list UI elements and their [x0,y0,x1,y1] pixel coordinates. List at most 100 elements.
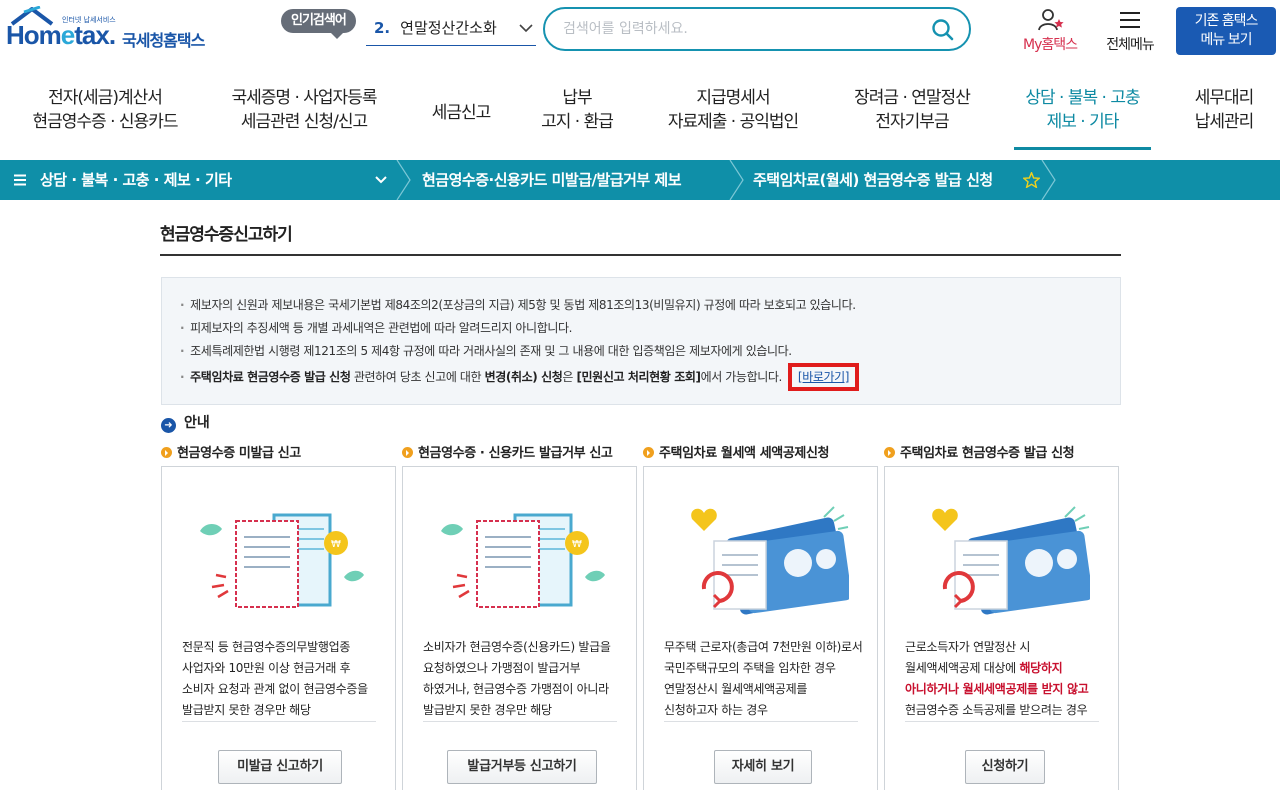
gnb-label: 장려금 · 연말정산 [854,88,971,108]
search-input[interactable] [563,18,923,40]
card-divider [905,721,1099,722]
arrow-circle-icon: ➜ [161,418,176,433]
gnb-label: 제보 · 기타 [1046,112,1120,132]
orange-arrow-icon [643,447,654,458]
logo-brand: 국세청홈택스 [122,31,205,50]
my-hometax-label: My홈택스 [1022,37,1078,53]
gnb-payment[interactable]: 납부 고지 · 환급 [530,86,624,150]
card-title: 현금영수증 미발급 신고 [161,442,301,461]
gnb-statements[interactable]: 지급명세서 자료제출 · 공익법인 [655,86,811,150]
menu-icon[interactable] [14,174,26,186]
gnb-label: 세무대리 [1194,88,1255,108]
breadcrumb-level1[interactable]: 상담 · 불복 · 고충 · 제보 · 기타 [40,160,232,200]
gnb-label: 지급명세서 [696,88,770,108]
card-rent-receipt-request: 근로소득자가 연말정산 시 월세액세액공제 대상에 해당하지 아니하거나 월세세… [884,466,1119,790]
gnb-label: 전자(세금)계산서 [48,88,163,108]
title-divider [160,254,1121,256]
search-icon[interactable] [931,18,955,42]
orange-arrow-icon [884,447,895,458]
legacy-menu-line1: 기존 홈택스 [1194,13,1259,29]
refusal-report-button[interactable]: 발급거부등 신고하기 [447,750,597,784]
gnb-certificate[interactable]: 국세증명 · 사업자등록 세금관련 신청/신고 [218,86,390,150]
card-description: 전문직 등 현금영수증의무발행업종 사업자와 10만원 이상 현금거래 후 소비… [182,640,368,717]
card-rent-deduction: 무주택 근로자(총급여 7천만원 이하)로서 국민주택규모의 주택을 임차한 경… [643,466,878,790]
gnb-label: 고지 · 환급 [541,112,614,132]
gnb-e-invoice[interactable]: 전자(세금)계산서 현금영수증 · 신용카드 [20,86,190,150]
notice-text: 은 [562,370,577,384]
popular-search-dropdown[interactable]: 2. 연말정산간소화 [366,10,536,46]
gnb-tax-agent[interactable]: 세무대리 납세관리 [1184,86,1264,150]
notice-item: 피제보자의 추징세액 등 개별 과세내역은 관련법에 따라 알려드리지 아니합니… [180,317,1120,340]
gnb-label: 납부 [562,88,592,108]
unissued-report-button[interactable]: 미발급 신고하기 [218,750,342,784]
desc-text: 근로소득자가 연말정산 시 월세액세액공제 대상에 [905,640,1031,675]
search-box [543,7,971,51]
legacy-menu-line2: 메뉴 보기 [1200,32,1253,48]
shortcut-link[interactable]: [바로가기] [787,363,860,391]
notice-text: 관련하여 당초 신고에 대한 [350,370,485,384]
card-title-text: 주택임차료 현금영수증 발급 신청 [900,446,1075,461]
hamburger-icon [1120,12,1140,28]
details-button[interactable]: 자세히 보기 [714,750,812,784]
card-title: 주택임차료 현금영수증 발급 신청 [884,442,1075,461]
popular-search-badge: 인기검색어 [281,9,356,39]
breadcrumb-level2[interactable]: 현금영수증·신용카드 미발급/발급거부 제보 [422,160,682,200]
card-divider [664,721,858,722]
card-description: 무주택 근로자(총급여 7천만원 이하)로서 국민주택규모의 주택을 임차한 경… [664,640,863,717]
gnb-label: 납세관리 [1194,112,1255,132]
page-title: 현금영수증신고하기 [160,225,293,245]
notice-bold: 주택임차료 현금영수증 발급 신청 [190,370,351,384]
gnb-label: 세금신고 [431,103,492,123]
notice-item: 조세특례제한법 시행령 제121조의 5 제4항 규정에 따라 거래사실의 존재… [180,340,1120,363]
global-nav: 전자(세금)계산서 현금영수증 · 신용카드 국세증명 · 사업자등록 세금관련… [0,86,1280,152]
favorite-star-icon[interactable] [1023,172,1040,188]
user-star-icon [1038,9,1064,31]
apply-button[interactable]: 신청하기 [965,750,1045,784]
notice-text: 에서 가능합니다. [700,370,783,384]
chevron-down-icon [519,24,533,33]
gnb-label: 국세증명 · 사업자등록 [231,88,378,108]
notice-item: 제보자의 신원과 제보내용은 국세기본법 제84조의2(포상금의 지급) 제5항… [180,294,1120,317]
logo-wordmark: Hometax. [6,20,116,50]
gnb-incentive[interactable]: 장려금 · 연말정산 전자기부금 [842,86,982,150]
top-header: 인터넷 납세서비스 Hometax. 국세청홈택스 인기검색어 2. 연말정산간… [0,0,1280,62]
breadcrumb: 상담 · 불복 · 고충 · 제보 · 기타 현금영수증·신용카드 미발급/발급… [0,160,1280,200]
breadcrumb-level3[interactable]: 주택임차료(월세) 현금영수증 발급 신청 [753,160,993,200]
card-title-text: 현금영수증 미발급 신고 [177,446,301,461]
svg-text:₩: ₩ [331,539,341,550]
card-title: 주택임차료 월세액 세액공제신청 [643,442,829,461]
card-title-text: 현금영수증 · 신용카드 발급거부 신고 [418,446,613,461]
orange-arrow-icon [161,447,172,458]
card-unissued-report: ₩ 전문직 등 현금영수증의무발행업종 사업자와 10만원 이상 현금거래 후 … [161,466,396,790]
card-title-text: 주택임차료 월세액 세액공제신청 [659,446,830,461]
notice-box: 제보자의 신원과 제보내용은 국세기본법 제84조의2(포상금의 지급) 제5항… [161,277,1121,405]
card-divider [182,721,376,722]
breadcrumb-separator [1041,160,1056,200]
gnb-label: 전자기부금 [875,112,949,132]
receipt-illustration-icon: ₩ [200,513,364,608]
my-hometax-button[interactable]: My홈택스 [1014,8,1086,54]
receipt-illustration-icon: ₩ [441,513,605,608]
card-divider [423,721,617,722]
notice-bold: 변경(취소) 신청 [484,370,563,384]
notice-bold: [민원신고 처리현황 조회] [576,370,701,384]
chevron-down-icon[interactable] [374,174,388,186]
card-refusal-report: ₩ 소비자가 현금영수증(신용카드) 발급을 요청하였으나 가맹점이 발급거부 … [402,466,637,790]
gnb-label: 자료제출 · 공익법인 [667,112,799,132]
gnb-consultation[interactable]: 상담 · 불복 · 고충 제보 · 기타 [1014,86,1151,150]
house-receipt-illustration-icon [932,506,1090,615]
breadcrumb-separator [729,160,744,200]
gnb-tax-return[interactable]: 세금신고 [420,86,502,150]
guide-heading-text: 안내 [184,415,210,431]
legacy-menu-button[interactable]: 기존 홈택스 메뉴 보기 [1176,7,1276,55]
breadcrumb-separator [396,160,411,200]
gnb-label: 현금영수증 · 신용카드 [32,112,179,132]
hometax-logo[interactable]: 인터넷 납세서비스 Hometax. 국세청홈택스 [4,6,219,50]
all-menu-button[interactable]: 전체메뉴 [1096,8,1164,54]
orange-arrow-icon [402,447,413,458]
gnb-label: 상담 · 불복 · 고충 [1025,88,1140,108]
desc-text: 현금영수증 소득공제를 받으려는 경우 [905,703,1088,717]
notice-item: 주택임차료 현금영수증 발급 신청 관련하여 당초 신고에 대한 변경(취소) … [180,363,1120,391]
card-description: 소비자가 현금영수증(신용카드) 발급을 요청하였으나 가맹점이 발급거부 하였… [423,640,611,717]
popular-rank: 2. [374,18,391,37]
